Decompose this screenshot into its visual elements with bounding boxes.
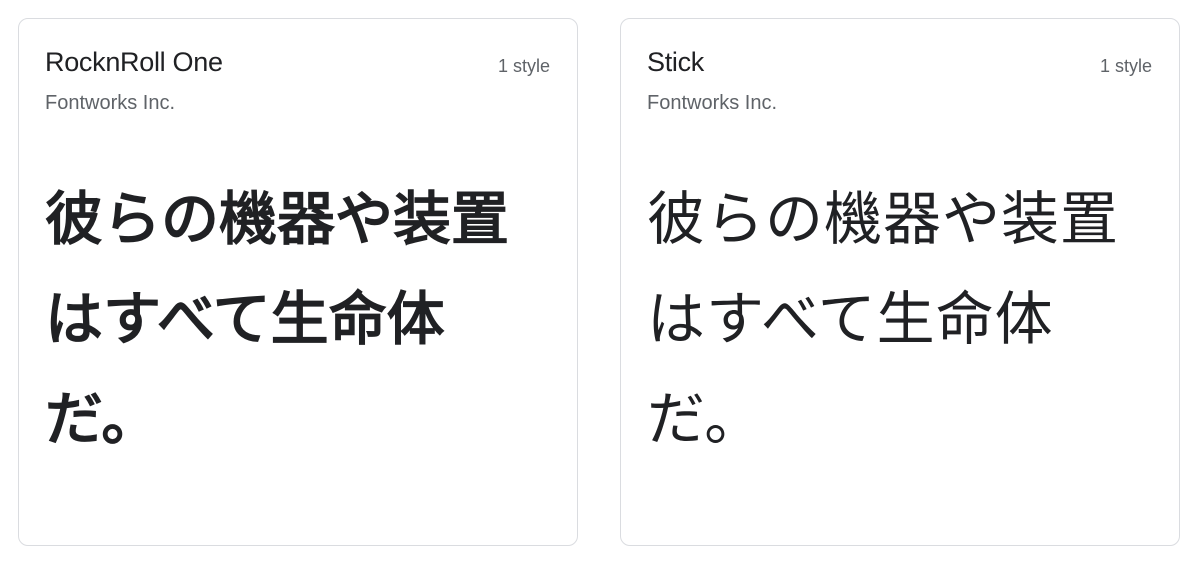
foundry-name: Fontworks Inc. — [647, 92, 778, 114]
preview-text: 彼らの機器や装置はすべて生命体だ。 — [45, 185, 510, 453]
preview-text: 彼らの機器や装置はすべて生命体だ。 — [647, 185, 1120, 453]
style-count: 1 style — [497, 56, 550, 76]
font-card-grid: RocknRoll One 1 style Fontworks Inc. 彼らの… — [0, 0, 1200, 566]
font-family-name[interactable]: Stick — [647, 47, 704, 78]
font-family-name[interactable]: RocknRoll One — [45, 47, 223, 78]
style-count: 1 style — [1099, 56, 1152, 76]
font-card-rocknroll-one[interactable]: RocknRoll One 1 style Fontworks Inc. 彼らの… — [18, 18, 578, 546]
font-card-stick[interactable]: Stick 1 style Fontworks Inc. 彼らの機器や装置はすべ… — [620, 18, 1180, 546]
foundry-name: Fontworks Inc. — [45, 92, 176, 114]
